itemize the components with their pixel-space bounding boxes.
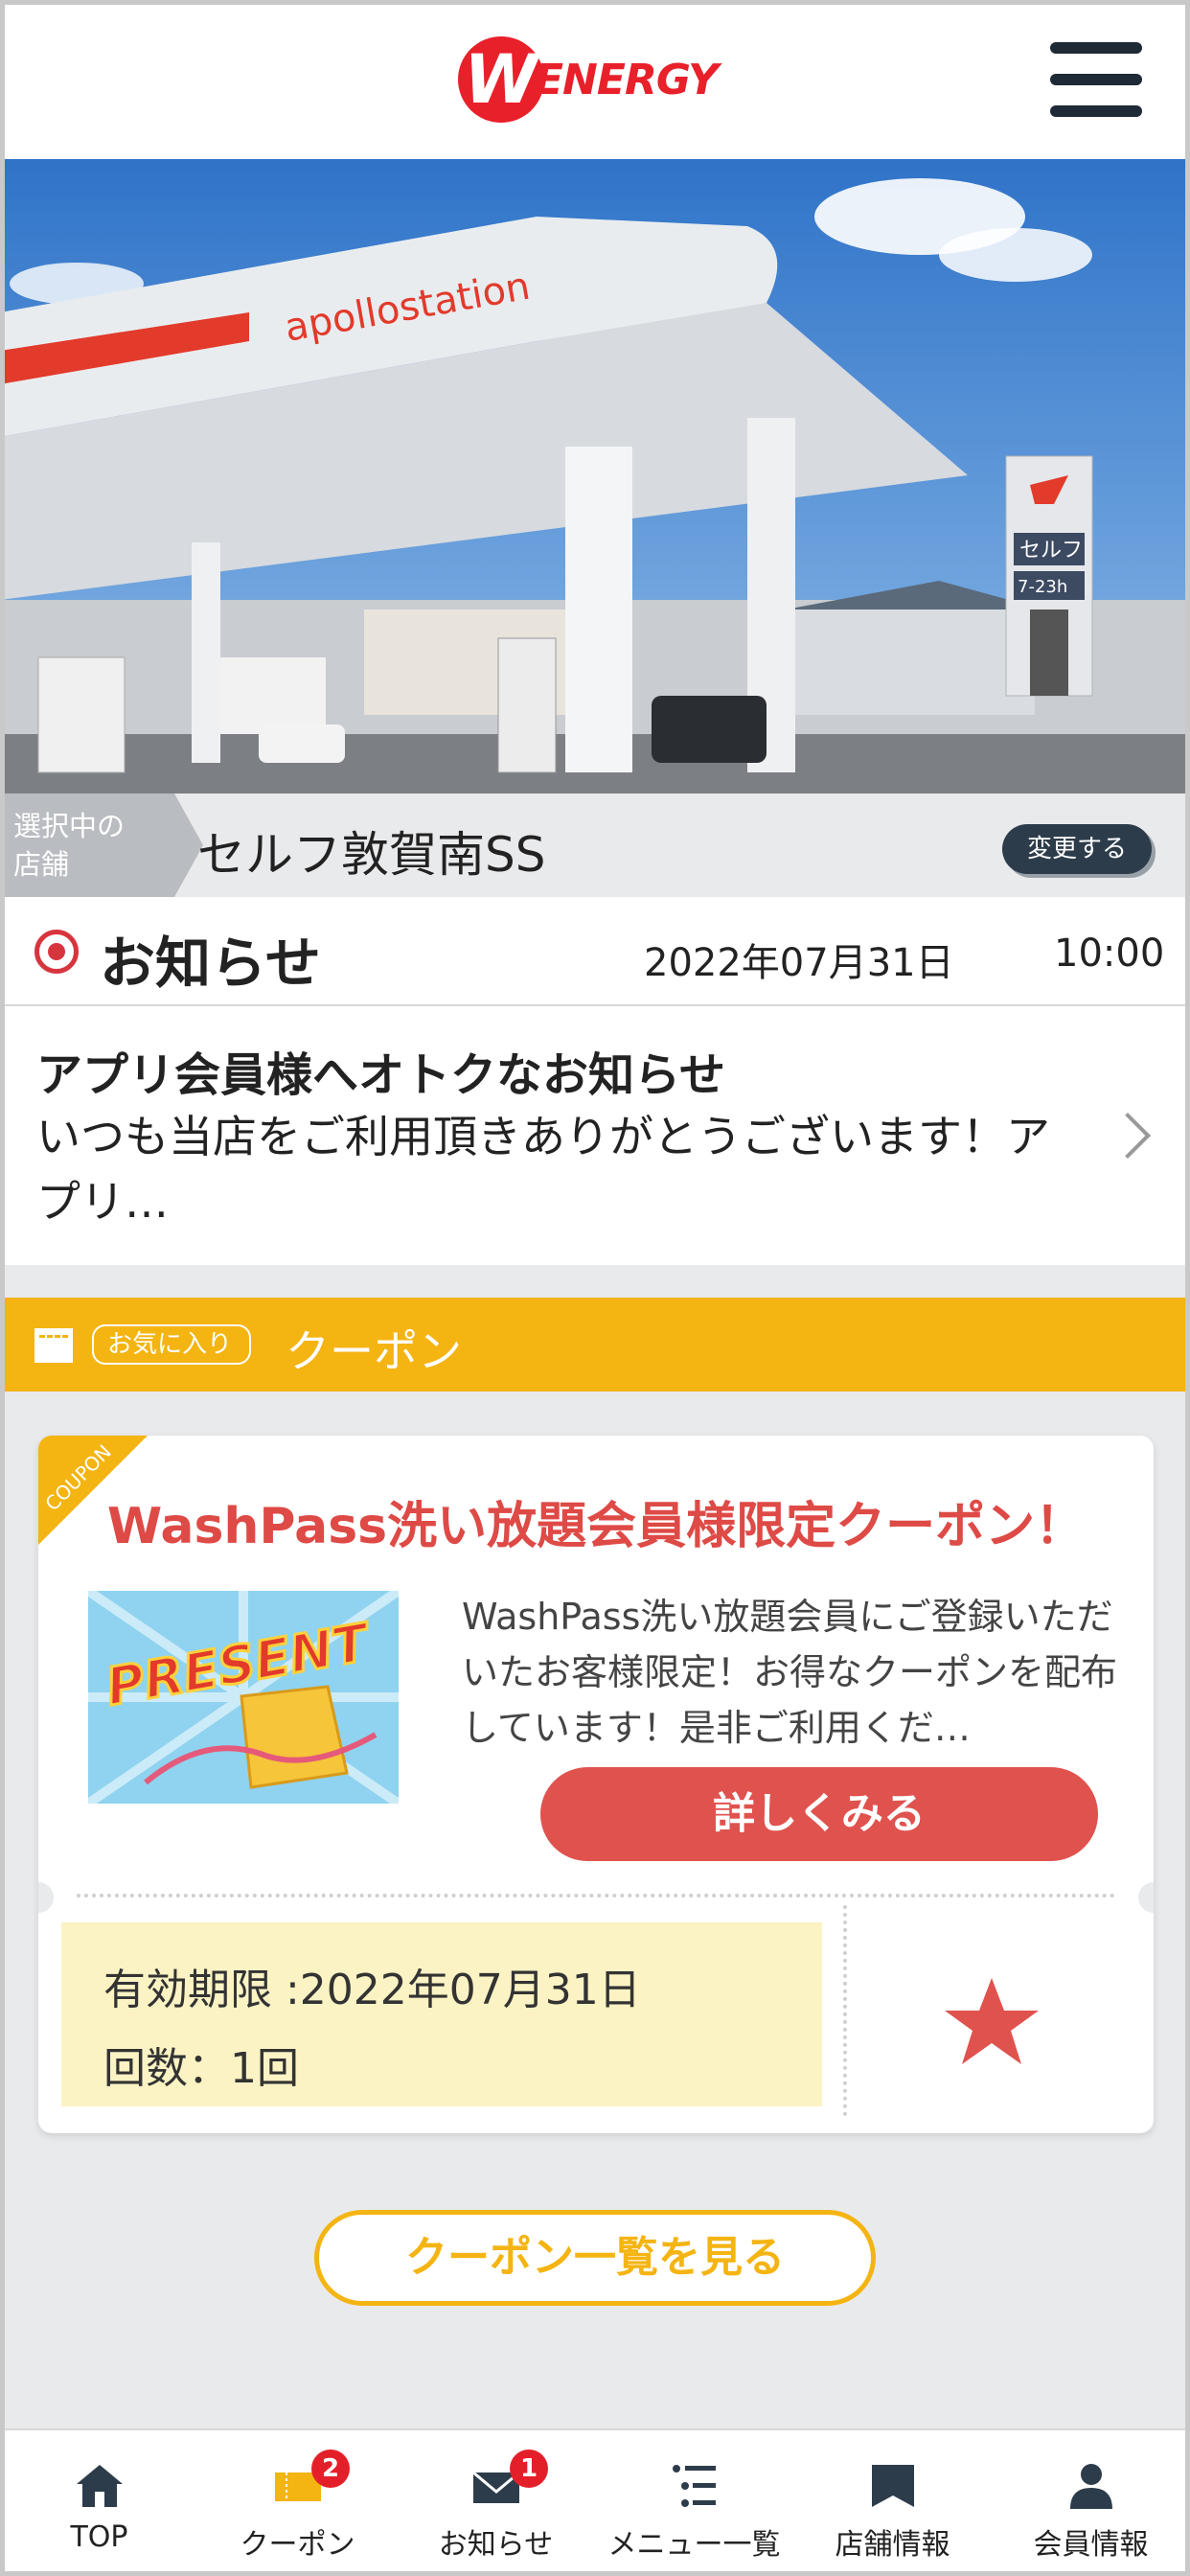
news-item[interactable]: アプリ会員様へオトクなお知らせ いつも当店をご利用頂きありがとうございます！アプ… [0, 1006, 1190, 1265]
present-image: PRESENT [85, 1586, 401, 1808]
news-header: お知らせ 2022年07月31日 10:00 [0, 897, 1190, 1006]
tab-label: TOP [70, 2520, 128, 2554]
home-icon [77, 2465, 123, 2507]
tab-label: 店舗情報 [835, 2528, 950, 2562]
tab-member-info[interactable]: 会員情報 [992, 2430, 1190, 2576]
news-item-title: アプリ会員様へオトクなお知らせ [36, 1048, 726, 1102]
coupon-expiry-box: 有効期限 :2022年07月31日 回数：1回 [61, 1922, 822, 2106]
menu-bar-icon [1050, 105, 1142, 117]
menu-bar-icon [1050, 42, 1142, 54]
favorite-star-icon[interactable] [939, 1972, 1044, 2068]
news-section-title: お知らせ [100, 931, 321, 996]
coupon-count: 回数：1回 [103, 2044, 299, 2093]
coupon-section-title: クーポン [286, 1325, 462, 1377]
brand-logo[interactable]: W ENERGY [458, 36, 736, 123]
selected-store-tag: 選択中の 店舗 [0, 794, 174, 897]
target-icon [34, 930, 79, 974]
coupon-description: WashPass洗い放題会員にご登録いただいたお客様限定！お得なクーポンを配布し… [462, 1596, 1118, 1749]
news-date: 2022年07月31日 [644, 941, 954, 985]
list-icon [673, 2465, 716, 2507]
store-name: セルフ敦賀南SS [197, 827, 546, 883]
logo-mark: W [458, 36, 544, 123]
selected-store-bar: 選択中の 店舗 セルフ敦賀南SS 変更する [0, 794, 1190, 897]
coupon-section-header: お気に入り クーポン [0, 1298, 1190, 1392]
logo-text: ENERGY [535, 56, 719, 104]
tab-label: 会員情報 [1033, 2528, 1149, 2562]
coupon-badge: 2 [311, 2450, 350, 2488]
ticket-icon [34, 1328, 73, 1363]
pole-sign-text-2: 7-23h [1018, 577, 1067, 597]
tab-news[interactable]: 1 お知らせ [397, 2430, 595, 2576]
tab-label: お知らせ [438, 2528, 554, 2562]
ticket-perforation [77, 1894, 1115, 1898]
tab-coupon[interactable]: 2 クーポン [198, 2430, 397, 2576]
coupon-card: COUPON WashPass洗い放題会員様限定クーポン！ PRESENT Wa… [38, 1436, 1154, 2133]
store-icon [872, 2465, 914, 2507]
person-icon [1070, 2464, 1112, 2509]
tab-menu-list[interactable]: メニュー一覧 [595, 2430, 793, 2576]
ticket-divider [843, 1905, 847, 2116]
coupon-list-button[interactable]: クーポン一覧を見る [314, 2210, 876, 2306]
bottom-tab-bar: TOP 2 クーポン 1 お知らせ メニュー一覧 店舗情報 会員情報 [0, 2428, 1190, 2576]
app-header: W ENERGY [0, 0, 1190, 159]
coupon-title: WashPass洗い放題会員様限定クーポン！ [106, 1498, 1086, 1555]
news-item-body: いつも当店をご利用頂きありがとうございます！アプリ… [36, 1111, 1050, 1228]
news-time: 10:00 [1054, 932, 1165, 976]
coupon-detail-button[interactable]: 詳しくみる [540, 1767, 1098, 1861]
tab-label: メニュー一覧 [607, 2528, 781, 2562]
tab-store-info[interactable]: 店舗情報 [793, 2430, 992, 2576]
store-tag-line2: 店舗 [13, 848, 70, 881]
hamburger-menu-button[interactable] [1050, 42, 1142, 121]
menu-bar-icon [1050, 74, 1142, 85]
favorite-tag: お気に入り [92, 1324, 252, 1365]
coupon-expiry: 有効期限 :2022年07月31日 [103, 1966, 641, 2014]
tab-label: クーポン [240, 2528, 355, 2562]
tab-top[interactable]: TOP [0, 2430, 198, 2576]
change-store-button[interactable]: 変更する [1002, 824, 1152, 874]
ticket-notch-left [38, 1882, 54, 1913]
store-tag-line1: 選択中の [13, 810, 126, 842]
news-badge: 1 [510, 2450, 548, 2488]
pole-sign-text-1: セルフ [1019, 539, 1083, 563]
chevron-right-icon [1104, 1112, 1152, 1160]
ticket-notch-right [1138, 1882, 1154, 1913]
store-hero-image: apollostation セルフ 7-23h [0, 159, 1190, 794]
